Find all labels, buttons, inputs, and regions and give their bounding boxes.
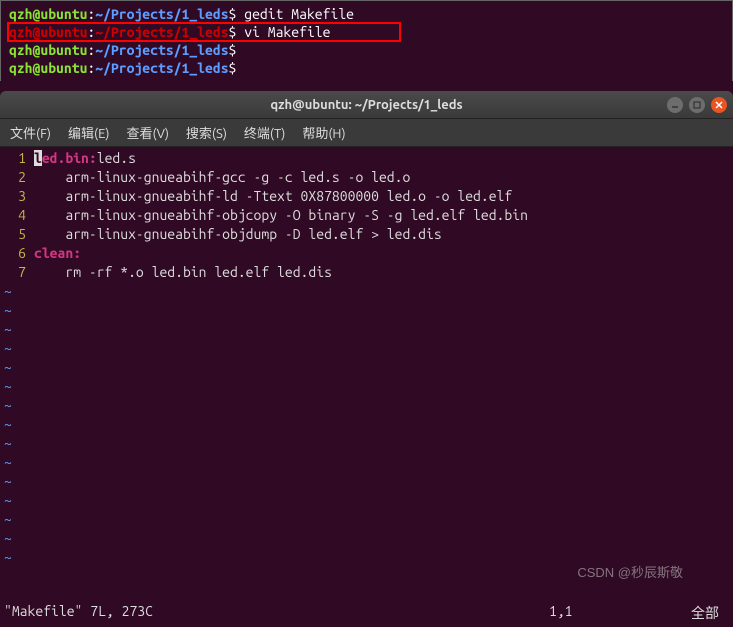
code-line: 5 arm-linux-gnueabihf-objdump -D led.elf… <box>0 225 733 244</box>
empty-line-tilde: ~ <box>0 282 733 301</box>
cwd: ~/Projects/1_leds <box>95 60 228 76</box>
user: qzh <box>9 24 33 40</box>
empty-line-tilde: ~ <box>0 320 733 339</box>
line-number: 3 <box>4 187 26 206</box>
minimize-button[interactable] <box>667 97 683 113</box>
line-number: 2 <box>4 168 26 187</box>
user: qzh <box>9 60 33 76</box>
empty-line-tilde: ~ <box>0 358 733 377</box>
code-line: 1led.bin:led.s <box>0 149 733 168</box>
command: gedit Makefile <box>244 6 354 22</box>
empty-line-tilde: ~ <box>0 301 733 320</box>
outer-terminal: qzh@ubuntu:~/Projects/1_leds$ gedit Make… <box>0 0 733 81</box>
line-number: 7 <box>4 263 26 282</box>
menu-file[interactable]: 文件(F) <box>10 123 51 142</box>
scroll-position: 全部 <box>669 603 729 623</box>
host: ubuntu <box>40 42 87 58</box>
cursor: l <box>34 150 42 166</box>
file-info: "Makefile" 7L, 273C <box>4 603 549 623</box>
window-titlebar[interactable]: qzh@ubuntu: ~/Projects/1_leds <box>0 91 733 119</box>
prompt-line-2[interactable]: qzh@ubuntu:~/Projects/1_leds$ vi Makefil… <box>9 23 724 41</box>
prompt-line-1[interactable]: qzh@ubuntu:~/Projects/1_leds$ gedit Make… <box>9 5 724 23</box>
cursor-position: 1,1 <box>549 603 669 623</box>
cwd: ~/Projects/1_leds <box>95 6 228 22</box>
menu-help[interactable]: 帮助(H) <box>302 123 345 142</box>
vi-editor-area[interactable]: 1led.bin:led.s 2 arm-linux-gnueabihf-gcc… <box>0 147 733 627</box>
command: vi Makefile <box>244 24 330 40</box>
code-line: 3 arm-linux-gnueabihf-ld -Ttext 0X878000… <box>0 187 733 206</box>
empty-line-tilde: ~ <box>0 510 733 529</box>
empty-line-tilde: ~ <box>0 548 733 567</box>
window-title: qzh@ubuntu: ~/Projects/1_leds <box>270 98 462 112</box>
window-controls <box>667 97 727 113</box>
menu-edit[interactable]: 编辑(E) <box>68 123 109 142</box>
host: ubuntu <box>40 6 87 22</box>
line-number: 5 <box>4 225 26 244</box>
empty-line-tilde: ~ <box>0 377 733 396</box>
empty-line-tilde: ~ <box>0 491 733 510</box>
terminal-window: qzh@ubuntu: ~/Projects/1_leds 文件(F) 编辑(E… <box>0 91 733 627</box>
empty-line-tilde: ~ <box>0 472 733 491</box>
user: qzh <box>9 6 33 22</box>
vi-status-line: "Makefile" 7L, 273C 1,1 全部 <box>4 603 729 623</box>
line-number: 4 <box>4 206 26 225</box>
menu-bar: 文件(F) 编辑(E) 查看(V) 搜索(S) 终端(T) 帮助(H) <box>0 119 733 147</box>
empty-line-tilde: ~ <box>0 453 733 472</box>
code-line: 2 arm-linux-gnueabihf-gcc -g -c led.s -o… <box>0 168 733 187</box>
menu-search[interactable]: 搜索(S) <box>186 123 227 142</box>
cwd: ~/Projects/1_leds <box>95 24 228 40</box>
code-line: 7 rm -rf *.o led.bin led.elf led.dis <box>0 263 733 282</box>
code-line: 6clean: <box>0 244 733 263</box>
line-number: 1 <box>4 149 26 168</box>
empty-line-tilde: ~ <box>0 396 733 415</box>
host: ubuntu <box>40 24 87 40</box>
empty-line-tilde: ~ <box>0 529 733 548</box>
user: qzh <box>9 42 33 58</box>
close-button[interactable] <box>711 97 727 113</box>
line-number: 6 <box>4 244 26 263</box>
empty-line-tilde: ~ <box>0 339 733 358</box>
empty-line-tilde: ~ <box>0 415 733 434</box>
empty-line-tilde: ~ <box>0 434 733 453</box>
host: ubuntu <box>40 60 87 76</box>
menu-terminal[interactable]: 终端(T) <box>244 123 285 142</box>
code-line: 4 arm-linux-gnueabihf-objcopy -O binary … <box>0 206 733 225</box>
maximize-button[interactable] <box>689 97 705 113</box>
menu-view[interactable]: 查看(V) <box>126 123 168 142</box>
prompt-line-3[interactable]: qzh@ubuntu:~/Projects/1_leds$ <box>9 41 724 59</box>
prompt-line-4[interactable]: qzh@ubuntu:~/Projects/1_leds$ <box>9 59 724 77</box>
cwd: ~/Projects/1_leds <box>95 42 228 58</box>
